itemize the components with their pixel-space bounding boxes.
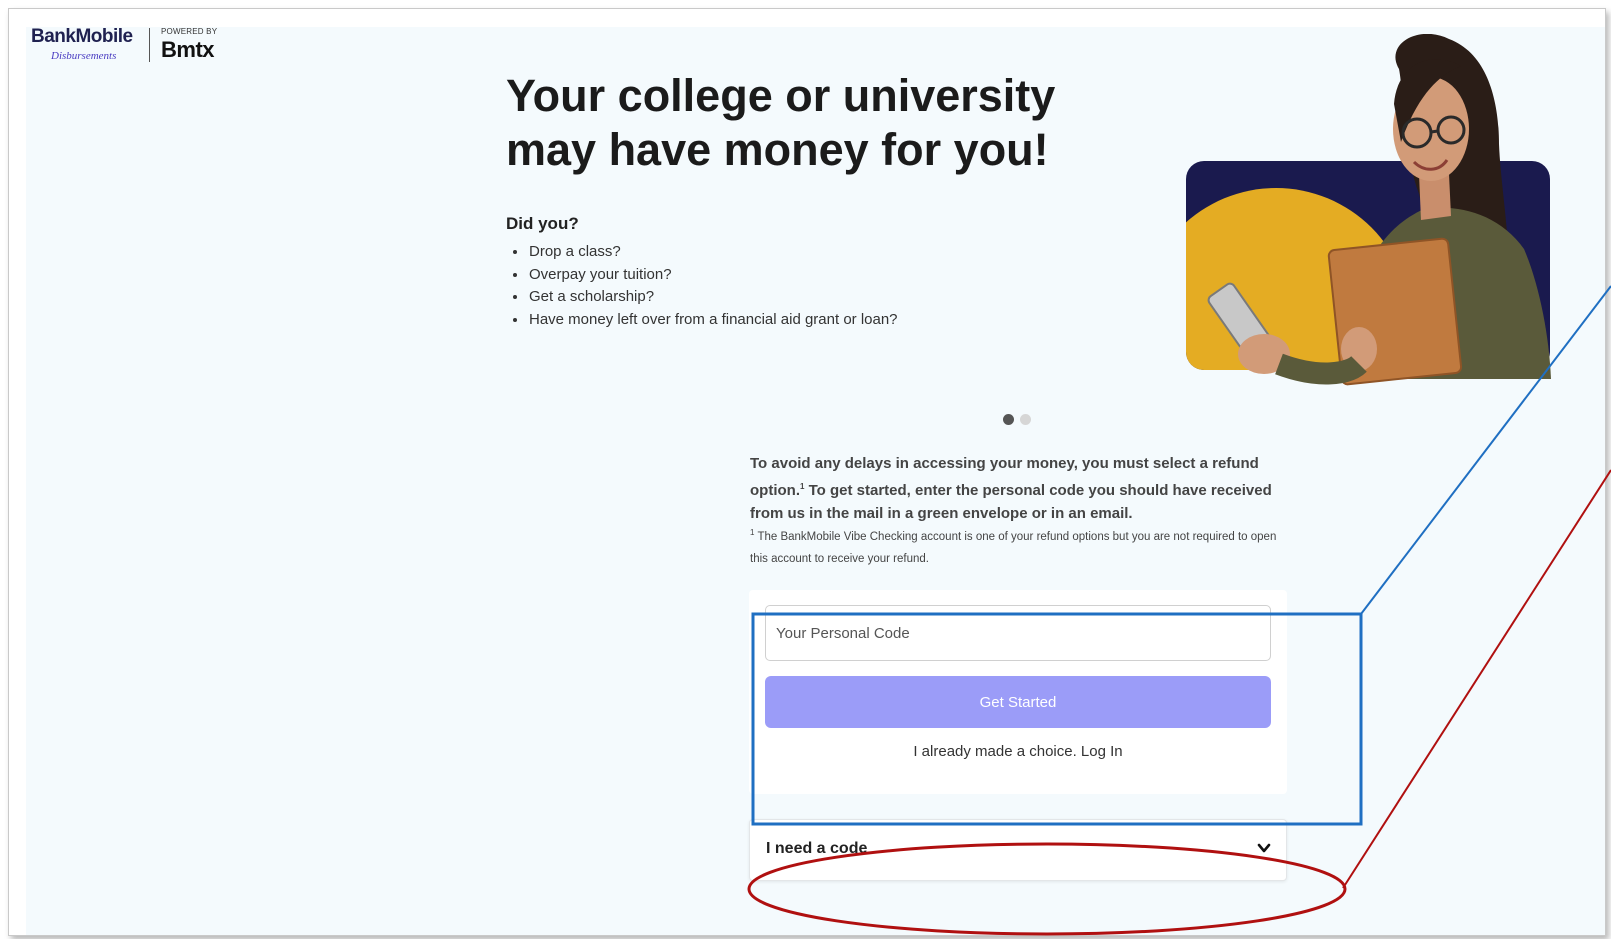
personal-code-input[interactable] bbox=[765, 605, 1271, 661]
chevron-down-icon[interactable] bbox=[1256, 840, 1272, 856]
question-heading: Did you? bbox=[506, 214, 579, 233]
carousel-dot[interactable] bbox=[1020, 414, 1031, 425]
reasons-list: Drop a class? Overpay your tuition? Get … bbox=[506, 241, 898, 332]
list-item: Get a scholarship? bbox=[528, 286, 898, 309]
login-link[interactable]: I already made a choice. Log In bbox=[765, 743, 1271, 760]
footnote-text: 1 The BankMobile Vibe Checking account i… bbox=[750, 522, 1290, 571]
list-item: Drop a class? bbox=[528, 241, 898, 264]
screenshot-frame: BankMobile Disbursements POWERED BY Bmtx… bbox=[8, 8, 1606, 936]
instructions-text: To avoid any delays in accessing your mo… bbox=[750, 452, 1290, 525]
page-title: Your college or university may have mone… bbox=[506, 70, 1056, 175]
footnote-body: The BankMobile Vibe Checking account is … bbox=[750, 530, 1277, 566]
powered-by-label: POWERED BY bbox=[161, 27, 218, 36]
brand-name: BankMobile bbox=[31, 26, 133, 47]
instructions-part: To get started, enter the personal code … bbox=[750, 482, 1272, 522]
logo-divider bbox=[149, 28, 150, 62]
get-started-button[interactable]: Get Started bbox=[765, 676, 1271, 728]
need-code-accordion[interactable]: I need a code bbox=[749, 819, 1287, 881]
carousel-indicator bbox=[1003, 412, 1037, 430]
carousel-dot-active[interactable] bbox=[1003, 414, 1014, 425]
student-illustration bbox=[1207, 34, 1551, 386]
partner-name: Bmtx bbox=[161, 37, 215, 62]
hero-illustration bbox=[1169, 34, 1561, 404]
list-item: Have money left over from a financial ai… bbox=[528, 309, 898, 332]
brand-subtitle: Disbursements bbox=[51, 50, 117, 62]
list-item: Overpay your tuition? bbox=[528, 264, 898, 287]
need-code-label: I need a code bbox=[766, 840, 868, 857]
